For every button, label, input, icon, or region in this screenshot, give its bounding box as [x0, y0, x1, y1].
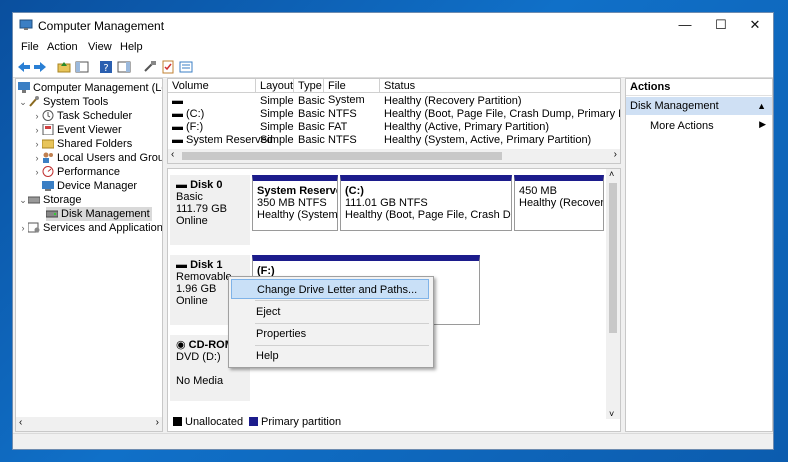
chevron-right-icon[interactable]: ›: [32, 137, 42, 151]
show-hide-action-pane-icon[interactable]: [117, 60, 131, 74]
partition-c[interactable]: (C:) 111.01 GB NTFS Healthy (Boot, Page …: [340, 175, 512, 231]
unallocated-swatch: [173, 417, 182, 426]
tree-item-performance[interactable]: › Performance: [32, 165, 120, 179]
event-log-icon: [42, 123, 54, 136]
partition-system-reserved[interactable]: System Reservec 350 MB NTFS Healthy (Sys…: [252, 175, 338, 231]
back-arrow-icon[interactable]: [17, 60, 31, 74]
tree-item-task-scheduler[interactable]: › Task Scheduler: [32, 109, 132, 123]
tree-item-disk-management[interactable]: Disk Management: [45, 207, 152, 221]
window-title: Computer Management: [38, 19, 165, 33]
status-bar: [13, 433, 773, 449]
toolbar: ?: [13, 57, 773, 78]
context-menu: Change Drive Letter and Paths... Eject P…: [228, 276, 434, 368]
chevron-right-icon[interactable]: ›: [18, 221, 28, 235]
scroll-thumb[interactable]: [182, 152, 502, 160]
tree-item-event-viewer[interactable]: › Event Viewer: [32, 123, 122, 137]
column-header-file-system[interactable]: File System: [324, 79, 380, 106]
tree-horizontal-scrollbar[interactable]: ‹ ›: [16, 417, 162, 431]
minimize-button[interactable]: —: [665, 13, 705, 39]
help-icon[interactable]: ?: [99, 60, 113, 74]
scroll-left-icon[interactable]: ‹: [171, 149, 174, 160]
tools-icon: [28, 96, 40, 107]
volume-icon: ▬: [172, 108, 183, 120]
checklist-icon[interactable]: [161, 60, 175, 74]
actions-header: Actions: [626, 79, 772, 96]
disk-icon: ▬: [176, 179, 187, 191]
chevron-down-icon[interactable]: ⌄: [18, 193, 28, 207]
menu-action[interactable]: Action: [47, 41, 78, 53]
properties-icon[interactable]: [179, 60, 193, 74]
device-manager-icon: [42, 180, 54, 191]
computer-management-icon: [19, 19, 33, 31]
disk-view-vertical-scrollbar[interactable]: ˄ ˅: [606, 169, 620, 419]
show-hide-tree-icon[interactable]: [75, 60, 89, 74]
disk-legend: Unallocated Primary partition: [167, 414, 621, 430]
chevron-right-icon[interactable]: ▶: [759, 119, 766, 130]
performance-icon: [42, 166, 54, 177]
services-icon: [27, 222, 40, 233]
menu-bar: File Action View Help: [13, 39, 773, 57]
tree-item-system-tools[interactable]: ⌄ System Tools: [18, 95, 108, 109]
volume-list: Volume Layout Type File System Status ▬ …: [167, 78, 621, 164]
chevron-right-icon[interactable]: ›: [32, 151, 42, 165]
cdrom-icon: ◉: [176, 339, 186, 351]
more-actions-link[interactable]: More Actions: [650, 119, 714, 133]
menu-help[interactable]: Help: [120, 41, 143, 53]
disk-management-icon: [45, 208, 59, 219]
svg-text:?: ?: [103, 63, 108, 74]
connect-icon[interactable]: [143, 60, 157, 74]
storage-icon: [27, 194, 41, 205]
menu-view[interactable]: View: [88, 41, 112, 53]
scroll-right-icon[interactable]: ›: [614, 149, 617, 160]
navigation-tree: Computer Management (Local ⌄System Tools…: [15, 78, 163, 432]
clock-icon: [42, 110, 54, 121]
volume-list-horizontal-scrollbar[interactable]: ‹ ›: [168, 149, 620, 163]
users-icon: [42, 152, 54, 163]
actions-pane: Actions Disk Management ▲ More Actions ▶: [625, 78, 773, 432]
disk-0-info[interactable]: ▬ Disk 0 Basic 111.79 GB Online: [170, 175, 250, 245]
close-button[interactable]: ✕: [735, 13, 773, 39]
tree-item-local-users[interactable]: ›Local Users and Groups: [32, 151, 163, 165]
primary-partition-swatch: [249, 417, 258, 426]
tree-item-services[interactable]: › Services and Applications: [18, 221, 163, 235]
up-folder-icon[interactable]: [57, 60, 71, 74]
tree-item-root[interactable]: Computer Management (Local: [18, 81, 162, 95]
forward-arrow-icon[interactable]: [33, 60, 47, 74]
menu-file[interactable]: File: [21, 41, 39, 53]
scroll-thumb[interactable]: [609, 183, 617, 333]
chevron-down-icon[interactable]: ⌄: [18, 95, 28, 109]
menu-separator: [255, 300, 429, 301]
collapse-up-icon[interactable]: ▲: [757, 97, 766, 115]
scroll-up-icon[interactable]: ˄: [609, 169, 614, 179]
chevron-right-icon[interactable]: ›: [32, 165, 42, 179]
disk-icon: ▬: [176, 259, 187, 271]
scroll-right-icon[interactable]: ›: [156, 417, 159, 428]
partition-recovery[interactable]: 450 MB Healthy (Recovery P: [514, 175, 604, 231]
column-header-type[interactable]: Type: [294, 79, 324, 93]
title-bar: Computer Management — ☐ ✕: [13, 13, 773, 39]
column-header-layout[interactable]: Layout: [256, 79, 294, 93]
menu-item-eject[interactable]: Eject: [231, 302, 429, 322]
scroll-left-icon[interactable]: ‹: [19, 417, 22, 428]
volume-icon: ▬: [172, 95, 183, 107]
tree-item-shared-folders[interactable]: › Shared Folders: [32, 137, 133, 151]
menu-item-properties[interactable]: Properties: [231, 324, 429, 344]
disk-management-pane: Volume Layout Type File System Status ▬ …: [167, 78, 621, 432]
volume-icon: ▬: [172, 134, 183, 146]
column-header-volume[interactable]: Volume: [168, 79, 256, 93]
chevron-right-icon[interactable]: ›: [32, 123, 42, 137]
column-header-status[interactable]: Status: [380, 79, 620, 93]
chevron-right-icon[interactable]: ›: [32, 109, 42, 123]
tree-item-device-manager[interactable]: Device Manager: [32, 179, 137, 193]
shared-folder-icon: [41, 138, 55, 149]
computer-management-window: Computer Management — ☐ ✕ File Action Vi…: [12, 12, 774, 450]
menu-item-change-drive-letter[interactable]: Change Drive Letter and Paths...: [231, 279, 429, 299]
computer-icon: [18, 82, 30, 93]
volume-icon: ▬: [172, 121, 183, 133]
tree-item-storage[interactable]: ⌄ Storage: [18, 193, 81, 207]
action-group-disk-management[interactable]: Disk Management ▲: [626, 97, 772, 115]
menu-item-help[interactable]: Help: [231, 346, 429, 366]
